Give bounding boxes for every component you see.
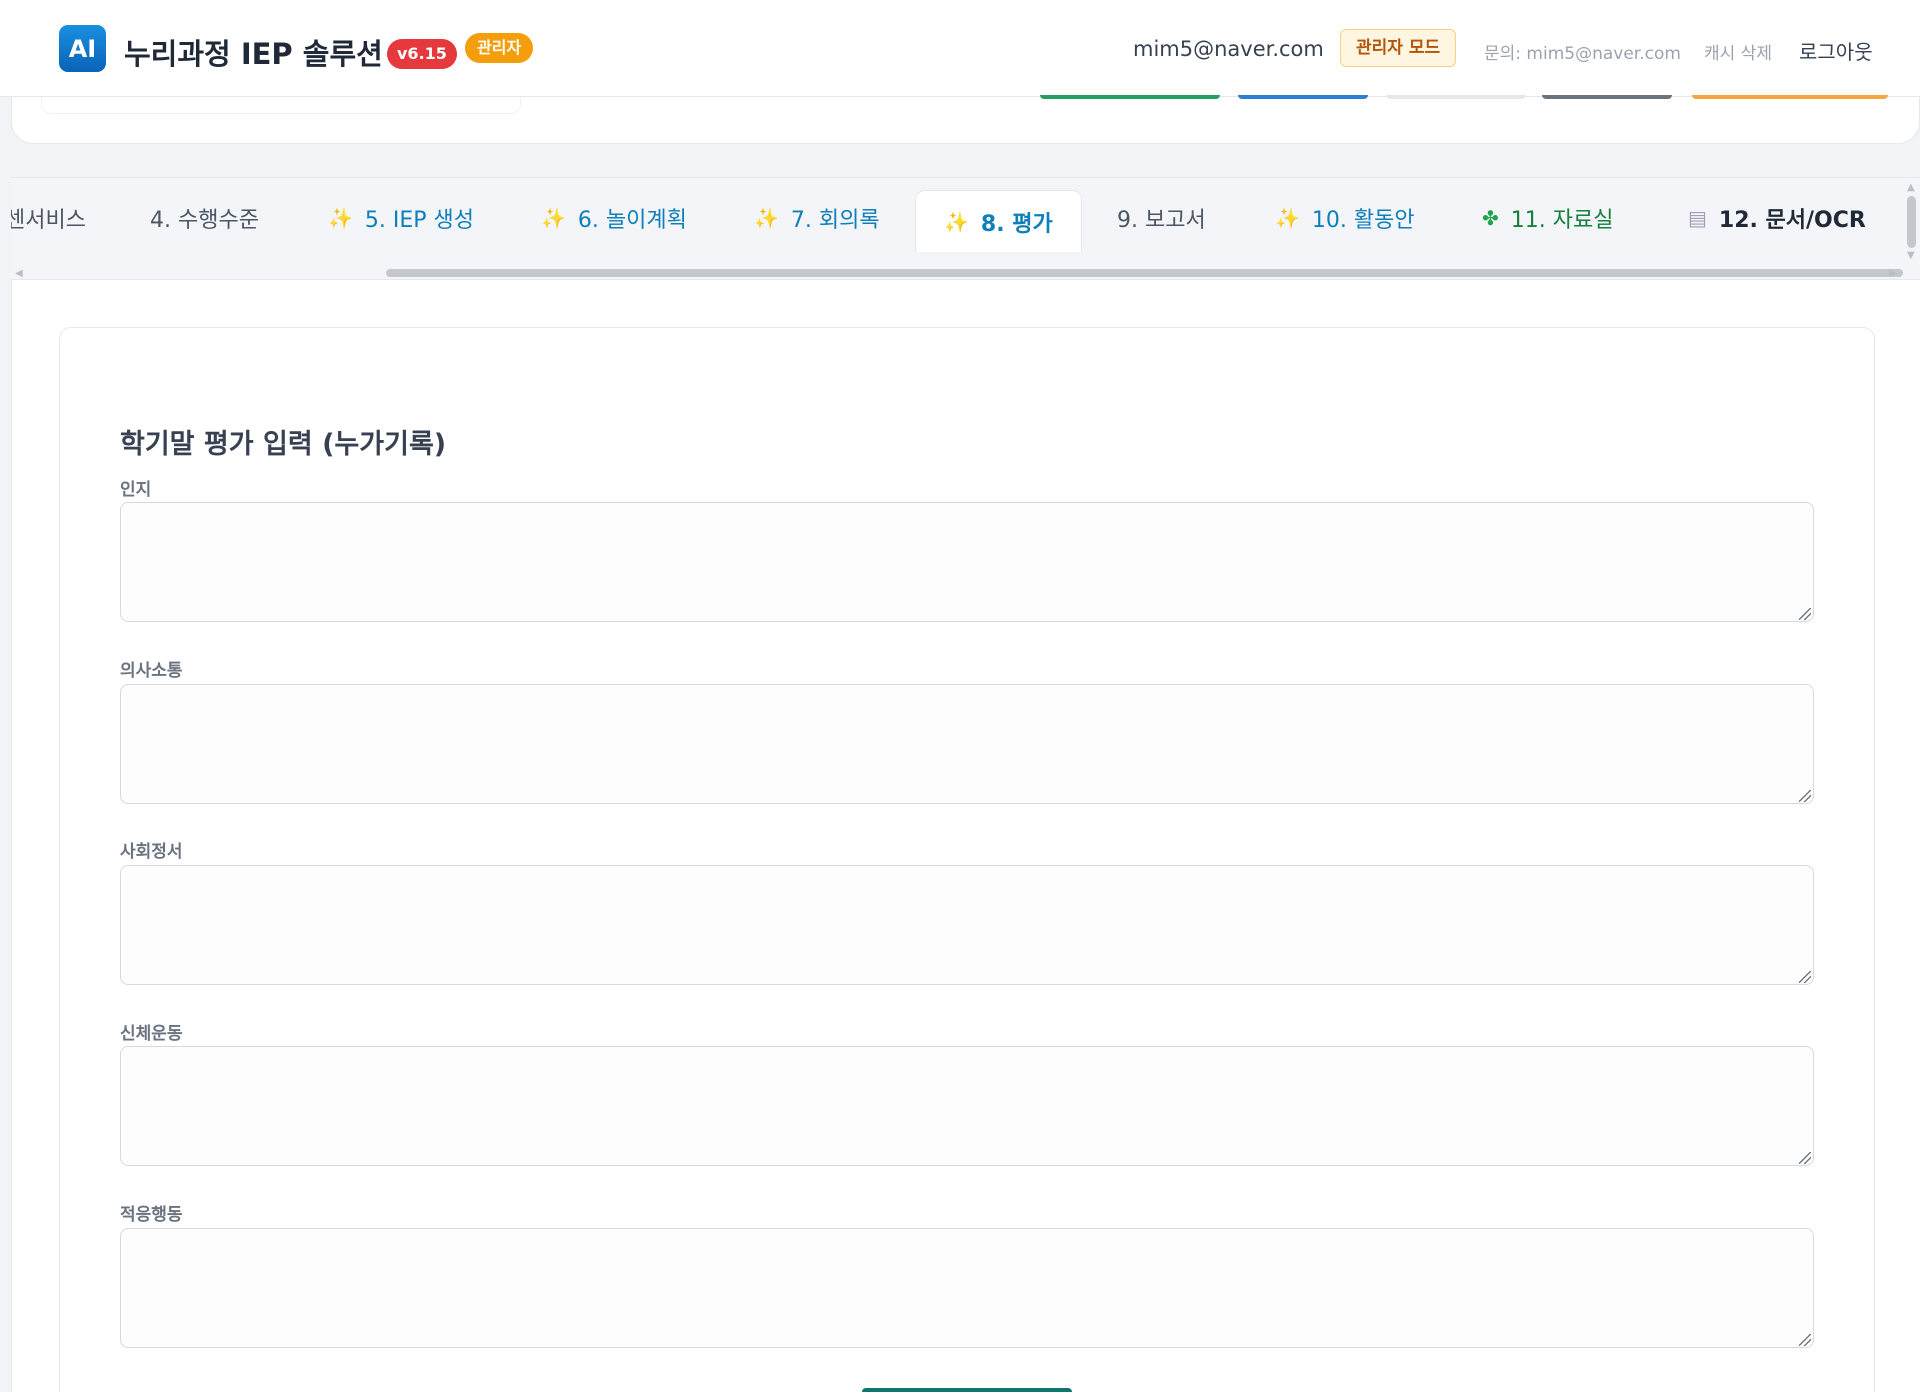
tab-label: 4. 수행수준 [150, 208, 259, 233]
tab-service[interactable]: 센서비스 [11, 192, 86, 244]
resize-grip-icon[interactable] [1799, 1152, 1811, 1164]
role-badge: 관리자 [465, 33, 534, 63]
social-emotional-textarea[interactable] [120, 865, 1814, 985]
field-label-adaptive: 적응행동 [120, 1205, 183, 1225]
sparkle-icon: ✨ [754, 206, 779, 230]
tab-label: 8. 평가 [980, 211, 1053, 237]
action-button-peek[interactable] [1542, 95, 1672, 99]
top-header: AI 누리과정 IEP 솔루션 v6.15 관리자 mim5@naver.com… [0, 0, 1920, 97]
document-icon: ▤ [1688, 206, 1707, 230]
tab-label: 11. 자료실 [1510, 208, 1614, 233]
tab-play-plan[interactable]: ✨ 6. 놀이계획 [541, 192, 687, 244]
action-button-peek[interactable] [1692, 95, 1888, 99]
tab-horizontal-scrollbar[interactable]: ◀ ▶ [11, 266, 1903, 280]
field-label-cognition: 인지 [120, 480, 152, 500]
sparkle-icon: ✨ [541, 206, 566, 230]
tab-label: 9. 보고서 [1117, 208, 1206, 233]
field-label-physical: 신체운동 [120, 1024, 183, 1044]
tab-label: 7. 회의록 [790, 208, 880, 233]
admin-mode-button[interactable]: 관리자 모드 [1340, 29, 1457, 67]
tab-document-ocr[interactable]: ▤ 12. 문서/OCR [1688, 192, 1866, 244]
app-logo[interactable]: AI [59, 25, 106, 72]
scrollbar-thumb[interactable] [386, 269, 1903, 277]
scroll-right-icon[interactable]: ▶ [1889, 268, 1897, 279]
sparkle-icon: ✨ [1275, 206, 1300, 230]
communication-textarea[interactable] [120, 684, 1814, 804]
action-button-peek[interactable] [1386, 95, 1526, 99]
action-button-peek[interactable] [1040, 95, 1220, 99]
clear-cache-button[interactable]: 캐시 삭제 [1704, 39, 1772, 64]
adaptive-behavior-textarea[interactable] [120, 1228, 1814, 1348]
scroll-up-icon[interactable]: ▲ [1907, 182, 1915, 193]
app-title: 누리과정 IEP 솔루션 [124, 37, 383, 71]
contact-info: 문의: mim5@naver.com [1484, 44, 1681, 64]
tab-label: 12. 문서/OCR [1718, 208, 1866, 233]
tab-bar: 센서비스 4. 수행수준 ✨ 5. IEP 생성 ✨ 6. 놀이계획 ✨ 7. … [11, 177, 1920, 280]
tab-evaluation[interactable]: ✨ 8. 평가 [915, 190, 1082, 252]
field-label-social-emotional: 사회정서 [120, 842, 183, 862]
resize-grip-icon[interactable] [1799, 790, 1811, 802]
field-label-communication: 의사소통 [120, 661, 183, 681]
tab-iep-generate[interactable]: ✨ 5. IEP 생성 [328, 192, 474, 244]
user-email: mim5@naver.com [1133, 37, 1324, 61]
tab-meeting-minutes[interactable]: ✨ 7. 회의록 [754, 192, 880, 244]
scroll-left-icon[interactable]: ◀ [15, 268, 23, 279]
form-title: 학기말 평가 입력 (누가기록) [120, 429, 447, 460]
puzzle-icon: ✤ [1482, 206, 1499, 230]
cognition-textarea[interactable] [120, 502, 1814, 622]
resize-grip-icon[interactable] [1799, 608, 1811, 620]
vertical-scrollbar-thumb[interactable] [1907, 196, 1916, 248]
tab-activity-plan[interactable]: ✨ 10. 활동안 [1275, 192, 1415, 244]
tab-label: 센서비스 [11, 208, 86, 233]
tab-resources[interactable]: ✤ 11. 자료실 [1482, 192, 1613, 244]
tab-label: 6. 놀이계획 [577, 208, 687, 233]
sparkle-icon: ✨ [328, 206, 353, 230]
tab-label: 5. IEP 생성 [364, 208, 475, 233]
physical-motor-textarea[interactable] [120, 1046, 1814, 1166]
logout-button[interactable]: 로그아웃 [1799, 36, 1873, 65]
tab-report[interactable]: 9. 보고서 [1117, 192, 1206, 244]
save-button[interactable] [862, 1388, 1072, 1392]
action-button-peek[interactable] [1238, 95, 1368, 99]
scroll-down-icon[interactable]: ▼ [1907, 250, 1915, 261]
tab-performance-level[interactable]: 4. 수행수준 [150, 192, 259, 244]
resize-grip-icon[interactable] [1799, 971, 1811, 983]
version-badge: v6.15 [387, 39, 457, 69]
tab-label: 10. 활동안 [1311, 208, 1415, 233]
resize-grip-icon[interactable] [1799, 1334, 1811, 1346]
sparkle-icon: ✨ [944, 209, 969, 234]
